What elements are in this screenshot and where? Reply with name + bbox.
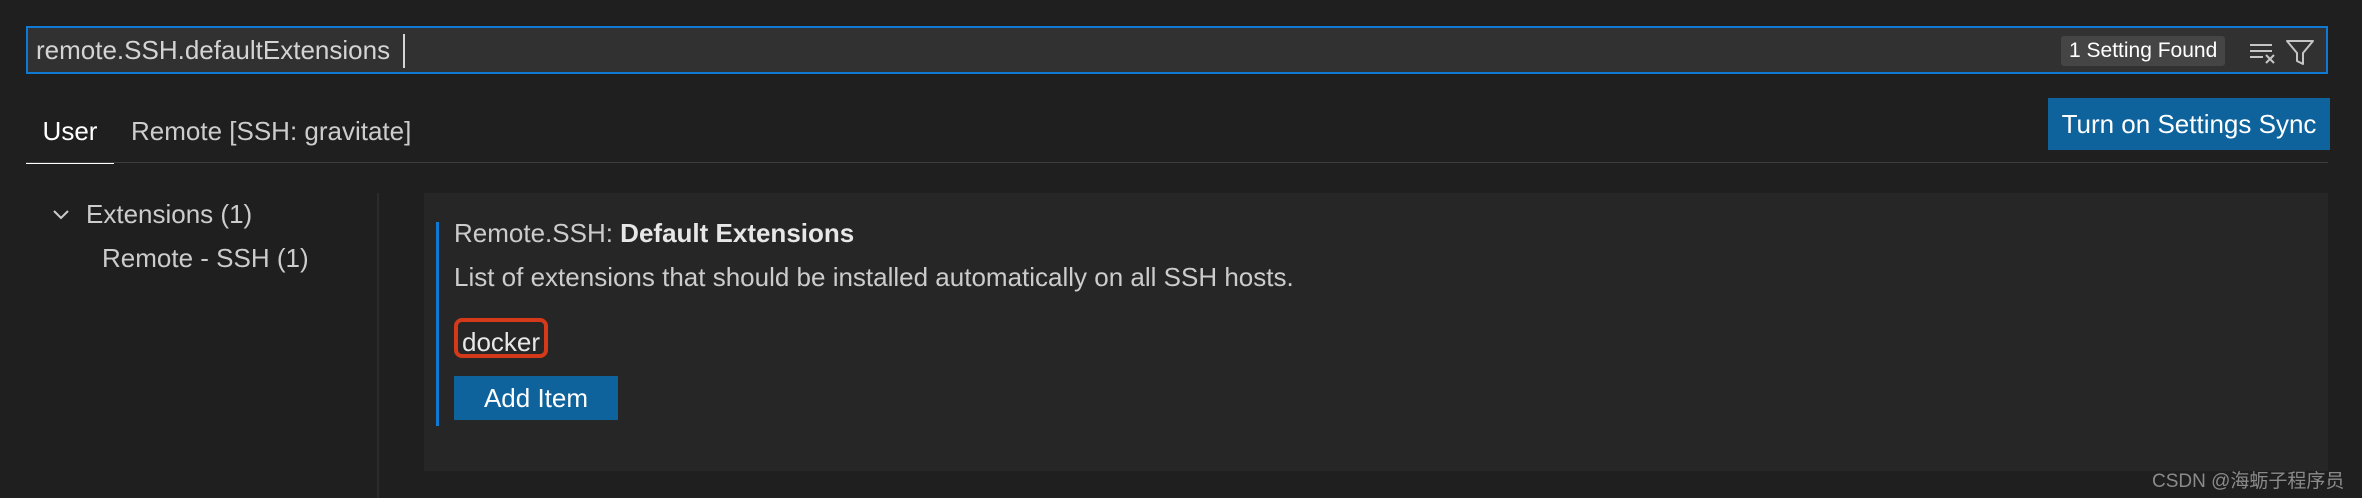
clear-filter-icon[interactable] <box>2246 36 2278 68</box>
setting-focus-indicator <box>436 222 439 426</box>
watermark: CSDN @海蛎子程序员 <box>2152 471 2345 492</box>
toc-item-remote-ssh[interactable]: Remote - SSH (1) <box>102 238 309 278</box>
add-item-button[interactable]: Add Item <box>454 376 618 420</box>
turn-on-settings-sync-button[interactable]: Turn on Settings Sync <box>2048 98 2330 150</box>
toc-item-extensions[interactable]: Extensions (1) <box>26 194 356 234</box>
setting-category: Remote.SSH: <box>454 218 621 248</box>
setting-description: List of extensions that should be instal… <box>454 262 1294 292</box>
list-item[interactable]: docker <box>454 318 549 358</box>
search-input[interactable] <box>36 28 1536 72</box>
toc-group-label: Extensions (1) <box>86 199 253 229</box>
filter-icon[interactable] <box>2284 36 2316 68</box>
toc-sash[interactable] <box>377 193 379 498</box>
tab-user[interactable]: User <box>26 100 114 164</box>
tab-remote-ssh[interactable]: Remote [SSH: gravitate] <box>131 100 411 162</box>
results-count-badge: 1 Setting Found <box>2061 36 2226 66</box>
setting-name: Default Extensions <box>620 218 855 248</box>
chevron-down-icon <box>53 210 69 220</box>
tab-divider <box>26 162 2328 163</box>
setting-title: Remote.SSH: Default Extensions <box>454 218 854 249</box>
settings-search-box[interactable]: 1 Setting Found <box>26 26 2328 74</box>
text-caret <box>403 34 405 68</box>
